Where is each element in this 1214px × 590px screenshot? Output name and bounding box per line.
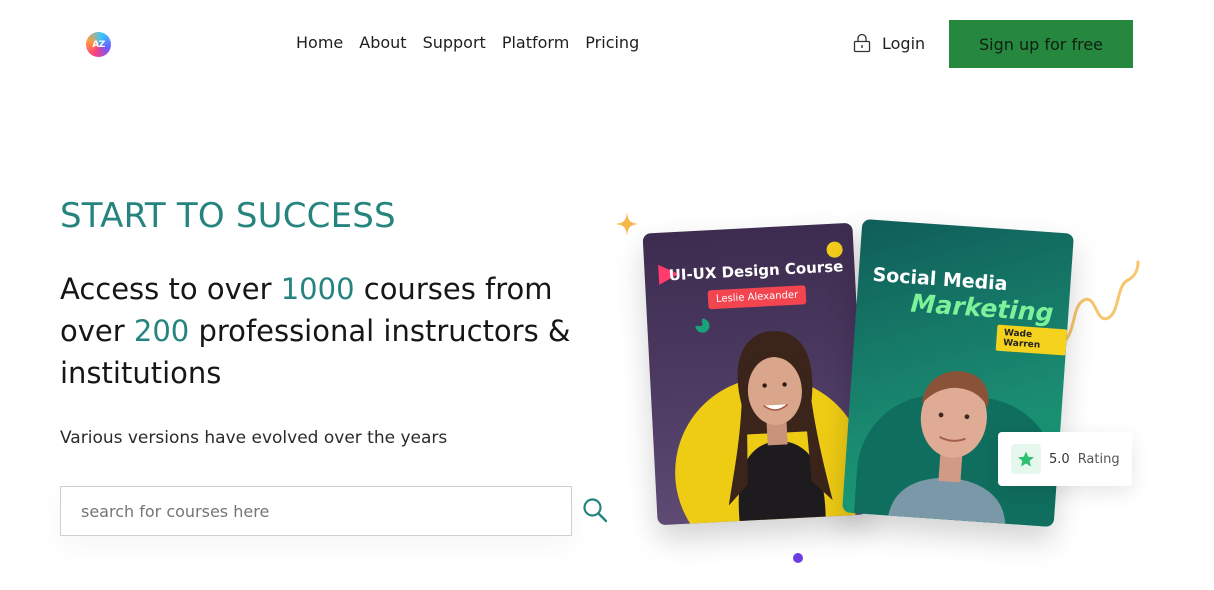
logo-text: AZ <box>92 39 105 50</box>
login-label: Login <box>882 33 926 53</box>
login-link[interactable]: Login <box>852 33 925 53</box>
main-nav: Home About Support Platform Pricing <box>296 33 639 52</box>
nav-about[interactable]: About <box>359 33 406 52</box>
search-box <box>60 486 572 536</box>
star-icon-box <box>1011 444 1041 474</box>
lock-icon <box>853 33 871 53</box>
signup-button[interactable]: Sign up for free <box>949 20 1133 68</box>
headline-part1: Access to over <box>60 272 281 306</box>
headline-highlight-courses: 1000 <box>280 272 355 306</box>
instructor-badge: Wade Warren <box>995 324 1068 356</box>
rating-badge: 5.0 Rating <box>998 432 1132 486</box>
card-dot-decoration <box>826 241 844 259</box>
nav-support[interactable]: Support <box>423 33 486 52</box>
nav-platform[interactable]: Platform <box>502 33 569 52</box>
rating-label: Rating <box>1077 451 1120 467</box>
search-input[interactable] <box>61 487 571 535</box>
nav-pricing[interactable]: Pricing <box>585 33 639 52</box>
nav-home[interactable]: Home <box>296 33 343 52</box>
carousel-indicator-dot[interactable] <box>793 553 803 563</box>
course-card-uiux[interactable]: UI-UX Design Course Leslie Alexander <box>642 222 868 526</box>
hero-eyebrow: START TO SUCCESS <box>60 196 396 236</box>
search-icon[interactable] <box>582 497 608 523</box>
headline-highlight-instructors: 200 <box>133 314 190 348</box>
course-title-line2: Marketing <box>909 288 1055 328</box>
logo[interactable]: AZ <box>86 32 111 57</box>
sparkle-icon <box>615 212 639 236</box>
instructor-badge: Leslie Alexander <box>707 285 807 310</box>
star-icon <box>1018 451 1034 467</box>
course-title: UI-UX Design Course <box>668 257 844 285</box>
hero-headline: Access to over 1000 courses from over 20… <box>60 268 620 394</box>
hero-subheading: Various versions have evolved over the y… <box>60 428 448 448</box>
rating-value: 5.0 <box>1049 451 1070 467</box>
instructor-photo <box>728 331 833 525</box>
